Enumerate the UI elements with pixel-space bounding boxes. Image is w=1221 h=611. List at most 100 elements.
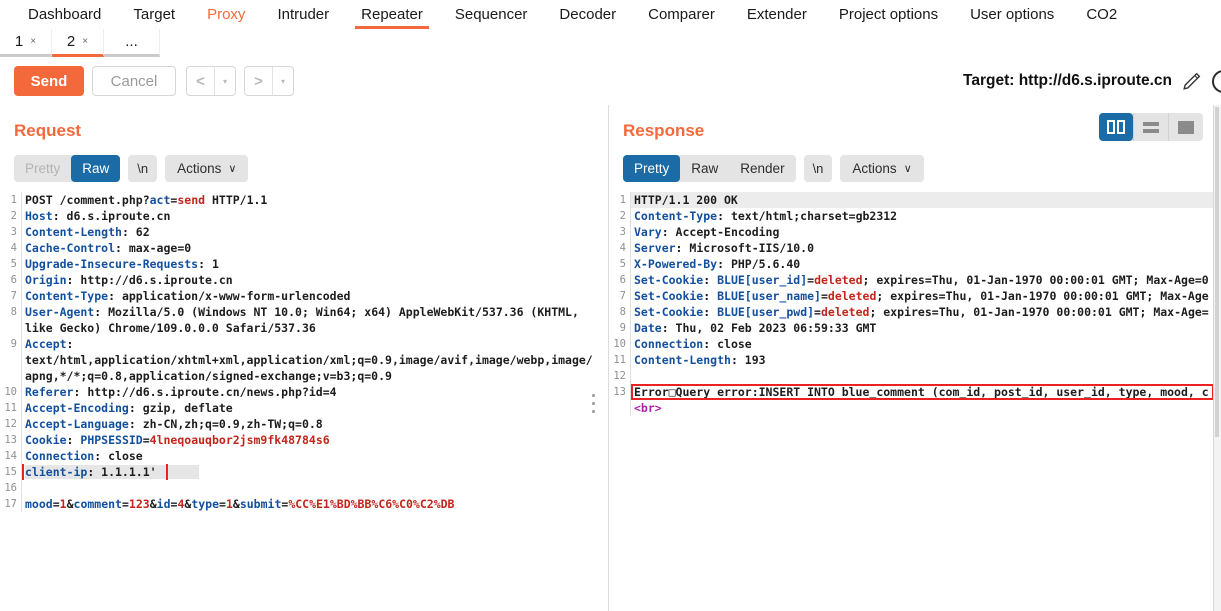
- menu-item-dashboard[interactable]: Dashboard: [12, 0, 117, 29]
- response-actions-button[interactable]: Actions ∨: [840, 155, 923, 182]
- single-layout-icon: [1178, 121, 1194, 134]
- code-text: Set-Cookie: BLUE[user_pwd]=deleted; expi…: [631, 304, 1214, 320]
- target-row: Target: http://d6.s.iproute.cn: [963, 66, 1221, 96]
- line-number: [609, 400, 631, 416]
- line-number: 17: [0, 496, 22, 512]
- back-arrow-icon: <: [187, 73, 214, 90]
- code-line: 1HTTP/1.1 200 OK: [609, 192, 1214, 208]
- cancel-button[interactable]: Cancel: [92, 66, 176, 96]
- back-dropdown-icon[interactable]: ▾: [214, 67, 235, 95]
- code-text: Set-Cookie: BLUE[user_name]=deleted; exp…: [631, 288, 1214, 304]
- line-number: 8: [609, 304, 631, 320]
- code-text: apng,*/*;q=0.8,application/signed-exchan…: [22, 368, 608, 384]
- line-number: 12: [609, 368, 631, 384]
- columns-layout-icon: [1107, 120, 1125, 134]
- request-actions-button[interactable]: Actions ∨: [165, 155, 248, 182]
- forward-dropdown-icon[interactable]: ▾: [272, 67, 293, 95]
- line-number: 16: [0, 480, 22, 496]
- request-newline-toggle[interactable]: \n: [128, 155, 157, 182]
- actions-label: Actions: [177, 161, 221, 176]
- request-tab-pretty[interactable]: Pretty: [14, 155, 71, 182]
- forward-arrow-icon: >: [245, 73, 272, 90]
- code-text: Content-Length: 62: [22, 224, 608, 240]
- edit-target-icon[interactable]: [1181, 70, 1203, 92]
- menu-item-extender[interactable]: Extender: [731, 0, 823, 29]
- vertical-scrollbar[interactable]: [1213, 105, 1221, 611]
- response-panel: Response Pretty Raw Render \n Actions ∨ …: [609, 105, 1221, 611]
- menu-item-decoder[interactable]: Decoder: [543, 0, 632, 29]
- single-layout-button[interactable]: [1168, 113, 1203, 141]
- code-text: Server: Microsoft-IIS/10.0: [631, 240, 1214, 256]
- main-menu-bar: Dashboard Target Proxy Intruder Repeater…: [0, 0, 1221, 30]
- line-number: [0, 368, 22, 384]
- circle-icon[interactable]: [1212, 70, 1221, 93]
- line-number: [0, 352, 22, 368]
- code-line: 9Accept:: [0, 336, 608, 352]
- request-tab-raw[interactable]: Raw: [71, 155, 120, 182]
- menu-item-project-options[interactable]: Project options: [823, 0, 954, 29]
- rows-layout-icon: [1143, 122, 1159, 133]
- send-button[interactable]: Send: [14, 66, 84, 96]
- code-text: Upgrade-Insecure-Requests: 1: [22, 256, 608, 272]
- code-line: 1POST /comment.php?act=send HTTP/1.1: [0, 192, 608, 208]
- code-text: mood=1&comment=123&id=4&type=1&submit=%C…: [22, 496, 608, 512]
- response-tab-render[interactable]: Render: [729, 155, 795, 182]
- request-view-bar: Pretty Raw \n Actions ∨: [14, 155, 248, 182]
- line-number: 2: [609, 208, 631, 224]
- close-tab-icon[interactable]: ×: [82, 36, 88, 47]
- code-line: 9Date: Thu, 02 Feb 2023 06:59:33 GMT: [609, 320, 1214, 336]
- scrollbar-thumb[interactable]: [1215, 107, 1219, 437]
- request-title: Request: [14, 121, 81, 141]
- code-text: User-Agent: Mozilla/5.0 (Windows NT 10.0…: [22, 304, 608, 320]
- code-text: Host: d6.s.iproute.cn: [22, 208, 608, 224]
- menu-item-co2[interactable]: CO2: [1070, 0, 1133, 29]
- columns-layout-button[interactable]: [1099, 113, 1133, 141]
- repeater-tab-more[interactable]: ...: [104, 29, 160, 57]
- code-text: Cache-Control: max-age=0: [22, 240, 608, 256]
- code-text: [22, 480, 608, 496]
- code-text: Cookie: PHPSESSID=4lneqoauqbor2jsm9fk487…: [22, 432, 608, 448]
- code-line: 5Upgrade-Insecure-Requests: 1: [0, 256, 608, 272]
- menu-item-intruder[interactable]: Intruder: [261, 0, 345, 29]
- line-number: 5: [609, 256, 631, 272]
- response-tab-raw[interactable]: Raw: [680, 155, 729, 182]
- code-text: Referer: http://d6.s.iproute.cn/news.php…: [22, 384, 608, 400]
- menu-item-repeater[interactable]: Repeater: [345, 0, 439, 29]
- annotation-box: client-ip: 1.1.1.1': [25, 465, 165, 479]
- menu-item-comparer[interactable]: Comparer: [632, 0, 731, 29]
- response-view-tabs: Pretty Raw Render: [623, 155, 796, 182]
- request-editor[interactable]: 1POST /comment.php?act=send HTTP/1.12Hos…: [0, 190, 608, 611]
- code-line: 3Content-Length: 62: [0, 224, 608, 240]
- code-line: 14Connection: close: [0, 448, 608, 464]
- code-text: Accept-Encoding: gzip, deflate: [22, 400, 608, 416]
- menu-item-target[interactable]: Target: [117, 0, 191, 29]
- response-tab-pretty[interactable]: Pretty: [623, 155, 680, 182]
- repeater-tab-2[interactable]: 2 ×: [52, 29, 104, 57]
- menu-item-proxy[interactable]: Proxy: [191, 0, 261, 29]
- close-tab-icon[interactable]: ×: [30, 36, 36, 47]
- repeater-tab-1[interactable]: 1 ×: [0, 29, 52, 57]
- panel-divider-handle[interactable]: [592, 394, 595, 413]
- line-number: 7: [0, 288, 22, 304]
- history-forward-button[interactable]: > ▾: [244, 66, 294, 96]
- menu-item-user-options[interactable]: User options: [954, 0, 1070, 29]
- menu-item-sequencer[interactable]: Sequencer: [439, 0, 544, 29]
- history-back-button[interactable]: < ▾: [186, 66, 236, 96]
- code-line: apng,*/*;q=0.8,application/signed-exchan…: [0, 368, 608, 384]
- line-number: 3: [609, 224, 631, 240]
- code-text: HTTP/1.1 200 OK: [631, 192, 1214, 208]
- code-text: Accept-Language: zh-CN,zh;q=0.9,zh-TW;q=…: [22, 416, 608, 432]
- response-editor[interactable]: 1HTTP/1.1 200 OK2Content-Type: text/html…: [609, 190, 1214, 611]
- line-number: 7: [609, 288, 631, 304]
- code-text: Date: Thu, 02 Feb 2023 06:59:33 GMT: [631, 320, 1214, 336]
- line-number: 6: [609, 272, 631, 288]
- rows-layout-button[interactable]: [1133, 113, 1168, 141]
- code-line: 15client-ip: 1.1.1.1': [0, 464, 608, 480]
- chevron-down-icon: ∨: [904, 162, 912, 175]
- line-number: 10: [0, 384, 22, 400]
- code-text: Content-Type: application/x-www-form-url…: [22, 288, 608, 304]
- response-newline-toggle[interactable]: \n: [804, 155, 833, 182]
- code-line: 10Referer: http://d6.s.iproute.cn/news.p…: [0, 384, 608, 400]
- line-number: 4: [609, 240, 631, 256]
- code-line: 5X-Powered-By: PHP/5.6.40: [609, 256, 1214, 272]
